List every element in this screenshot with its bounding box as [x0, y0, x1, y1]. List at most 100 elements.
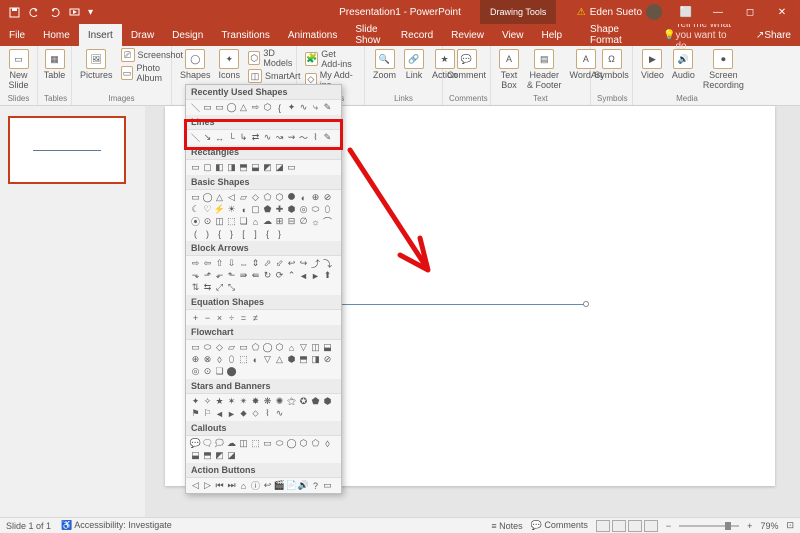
shape-ba9[interactable]: ↩ [286, 258, 297, 269]
shape-s15[interactable]: ◄ [214, 408, 225, 419]
shape-b43[interactable]: { [262, 228, 273, 239]
line-handle-end[interactable] [583, 301, 589, 307]
shape-b14[interactable]: ♡ [202, 204, 213, 215]
shape-f2[interactable]: ⬭ [202, 342, 213, 353]
shape-curve[interactable]: ∿ [298, 102, 309, 113]
shape-f6[interactable]: ⬠ [250, 342, 261, 353]
shape-b31[interactable]: ☁ [262, 216, 273, 227]
shape-s14[interactable]: ⚐ [202, 408, 213, 419]
shape-b4[interactable]: ◁ [226, 192, 237, 203]
header-footer-button[interactable]: ▤Header & Footer [525, 48, 564, 91]
shape-c3[interactable]: 🗯 [214, 438, 225, 449]
shape-b35[interactable]: ☼ [310, 216, 321, 227]
shape-ba25[interactable]: ⇅ [190, 282, 201, 293]
shape-s2[interactable]: ✧ [202, 396, 213, 407]
shape-b24[interactable]: ⬯ [322, 204, 333, 215]
close-button[interactable]: ✕ [768, 0, 796, 24]
shape-a9[interactable]: 📄 [286, 480, 297, 491]
shape-star[interactable]: ✦ [286, 102, 297, 113]
shape-b42[interactable]: ] [250, 228, 261, 239]
shape-b10[interactable]: ◐ [298, 192, 309, 203]
shape-oval[interactable]: ◯ [226, 102, 237, 113]
shape-f14[interactable]: ⊗ [202, 354, 213, 365]
shape-a8[interactable]: 🎬 [274, 480, 285, 491]
shape-ba20[interactable]: ⟳ [274, 270, 285, 281]
redo-icon[interactable] [48, 6, 60, 18]
shape-b29[interactable]: ❏ [238, 216, 249, 227]
shape-ba3[interactable]: ⇧ [214, 258, 225, 269]
shape-ba17[interactable]: ⇛ [238, 270, 249, 281]
comments-button[interactable]: 💬 Comments [531, 520, 588, 531]
start-icon[interactable] [68, 6, 80, 18]
tab-draw[interactable]: Draw [122, 24, 163, 46]
shape-rect2[interactable]: ▭ [214, 102, 225, 113]
shape-r7[interactable]: ◩ [262, 162, 273, 173]
shape-f21[interactable]: ⬢ [286, 354, 297, 365]
shape-f25[interactable]: ◎ [190, 366, 201, 377]
shape-s11[interactable]: ⬟ [310, 396, 321, 407]
shape-b11[interactable]: ⊕ [310, 192, 321, 203]
shape-b32[interactable]: ⊞ [274, 216, 285, 227]
shape-c12[interactable]: ◊ [322, 438, 333, 449]
shape-eq1[interactable]: + [190, 312, 201, 323]
tab-view[interactable]: View [493, 24, 533, 46]
shape-c16[interactable]: ◪ [226, 450, 237, 461]
shape-conn[interactable]: ⤷ [310, 102, 321, 113]
shape-b13[interactable]: ☾ [190, 204, 201, 215]
shape-b26[interactable]: ⊙ [202, 216, 213, 227]
shape-f1[interactable]: ▭ [190, 342, 201, 353]
tab-slideshow[interactable]: Slide Show [346, 24, 392, 46]
shapes-button[interactable]: ◯Shapes [178, 48, 213, 81]
shape-b33[interactable]: ⊟ [286, 216, 297, 227]
shape-eq6[interactable]: ≠ [250, 312, 261, 323]
shape-s13[interactable]: ⚑ [190, 408, 201, 419]
table-button[interactable]: ▦Table [44, 48, 65, 81]
shape-s18[interactable]: ⬦ [250, 408, 261, 419]
shape-b3[interactable]: △ [214, 192, 225, 203]
shape-f24[interactable]: ⊘ [322, 354, 333, 365]
shape-curve-conn[interactable]: ∿ [262, 132, 273, 143]
shape-ba24[interactable]: ⬆ [322, 270, 333, 281]
tab-shape-format[interactable]: Shape Format [581, 24, 634, 46]
shape-ba28[interactable]: ⤡ [226, 282, 237, 293]
shape-b18[interactable]: ▢ [250, 204, 261, 215]
shape-b19[interactable]: ⬟ [262, 204, 273, 215]
shape-brace[interactable]: { [274, 102, 285, 113]
shape-s17[interactable]: ⬥ [238, 408, 249, 419]
shape-f20[interactable]: △ [274, 354, 285, 365]
status-accessibility[interactable]: ♿ Accessibility: Investigate [61, 520, 172, 531]
shape-line1[interactable]: ＼ [190, 132, 201, 143]
shape-ba6[interactable]: ⇕ [250, 258, 261, 269]
shape-c11[interactable]: ⬠ [310, 438, 321, 449]
shape-b40[interactable]: } [226, 228, 237, 239]
icons-button[interactable]: ✦Icons [217, 48, 243, 81]
tab-design[interactable]: Design [163, 24, 212, 46]
shape-ba8[interactable]: ⬃ [274, 258, 285, 269]
line-shape[interactable] [330, 304, 585, 305]
shape-f13[interactable]: ⊕ [190, 354, 201, 365]
shape-line-double[interactable]: ↔ [214, 132, 225, 143]
shape-b28[interactable]: ⬚ [226, 216, 237, 227]
shape-b17[interactable]: ◖ [238, 204, 249, 215]
shape-arrow[interactable]: ⇨ [250, 102, 261, 113]
pictures-button[interactable]: 🖼Pictures [78, 48, 115, 81]
screen-recording-button[interactable]: ⏺Screen Recording [701, 48, 746, 91]
shape-f5[interactable]: ▭ [238, 342, 249, 353]
zoom-level[interactable]: 79% [760, 521, 778, 531]
shape-eq3[interactable]: × [214, 312, 225, 323]
shape-f27[interactable]: ❏ [214, 366, 225, 377]
shape-ba5[interactable]: ⇔ [238, 258, 249, 269]
share-button[interactable]: ↗ Share [747, 24, 800, 46]
shape-b2[interactable]: ◯ [202, 192, 213, 203]
video-button[interactable]: ▶Video [639, 48, 666, 81]
shape-a4[interactable]: ⏭ [226, 480, 237, 491]
shape-tri[interactable]: △ [238, 102, 249, 113]
shape-b1[interactable]: ▭ [190, 192, 201, 203]
shape-f8[interactable]: ⬡ [274, 342, 285, 353]
shape-s9[interactable]: ⚝ [286, 396, 297, 407]
shape-a3[interactable]: ⏮ [214, 480, 225, 491]
shape-f19[interactable]: ▽ [262, 354, 273, 365]
shape-b27[interactable]: ◫ [214, 216, 225, 227]
tab-review[interactable]: Review [442, 24, 493, 46]
shape-curve-double[interactable]: ⇝ [286, 132, 297, 143]
